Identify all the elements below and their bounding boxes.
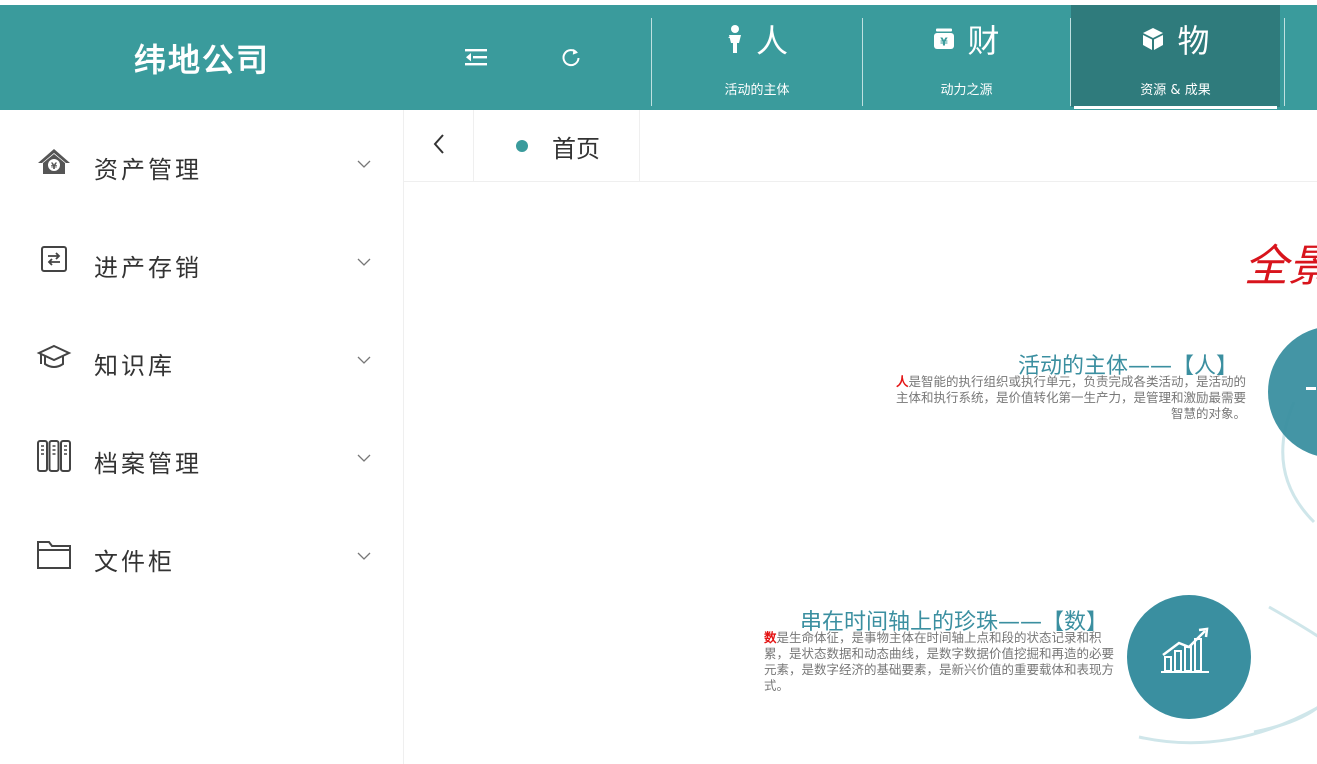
nav-tab-finance[interactable]: ¥ 财 动力之源 xyxy=(863,5,1070,107)
sidebar-item-archive-management[interactable]: 档案管理 xyxy=(0,406,403,504)
person-block-text: 人是智能的执行组织或执行单元，负责完成各类活动，是活动的主体和执行系统，是价值转… xyxy=(884,374,1246,422)
active-tab-indicator xyxy=(1074,106,1277,109)
house-money-icon: ¥ xyxy=(36,146,72,178)
data-block-text: 数是生命体征，是事物主体在时间轴上点和段的状态记录和积累，是状态数据和动态曲线，… xyxy=(764,630,1114,694)
chevron-down-icon xyxy=(356,448,372,462)
calligraphy-title: 全景 xyxy=(1244,241,1317,292)
brand-title: 纬地公司 xyxy=(133,40,270,79)
nav-tab-finance-title: 财 xyxy=(967,22,1000,60)
person-block-description: 是智能的执行组织或执行单元，负责完成各类活动，是活动的主体和执行系统，是价值转化… xyxy=(895,374,1246,421)
chevron-down-icon xyxy=(356,252,372,266)
person-block-highlight: 人 xyxy=(895,374,909,389)
nav-tab-person-subtitle: 活动的主体 xyxy=(724,83,790,98)
header-divider xyxy=(1284,18,1285,106)
person-icon xyxy=(726,24,744,58)
back-button[interactable] xyxy=(404,110,474,182)
binders-icon xyxy=(36,440,72,472)
nav-tab-resource-title: 物 xyxy=(1177,22,1210,60)
tab-home[interactable]: 首页 xyxy=(474,110,640,182)
sidebar-item-label: 档案管理 xyxy=(94,450,202,478)
data-block-highlight: 数 xyxy=(764,630,777,645)
svg-text:¥: ¥ xyxy=(51,162,58,172)
page-tab-bar: 首页 xyxy=(404,110,1317,182)
tab-home-label: 首页 xyxy=(552,134,600,163)
exchange-icon xyxy=(36,244,72,276)
chevron-left-icon xyxy=(432,133,446,159)
sidebar-item-label: 知识库 xyxy=(94,352,175,380)
folder-icon xyxy=(36,538,72,570)
cube-icon xyxy=(1141,27,1165,55)
refresh-icon[interactable] xyxy=(556,42,586,72)
nav-tab-person-title: 人 xyxy=(755,22,788,60)
nav-tab-finance-subtitle: 动力之源 xyxy=(940,83,993,98)
nav-tab-person[interactable]: 人 活动的主体 xyxy=(652,5,862,107)
main-content: 全景 活动的主体——【人】 人是智能的执行组织或执行单元，负责完成各类活动，是活… xyxy=(404,182,1317,764)
person-circle-icon xyxy=(1306,387,1316,390)
sidebar-item-label: 文件柜 xyxy=(94,548,175,576)
top-header: 纬地公司 人 活动的主体 ¥ 财 动力之源 物 资源 & 成果 xyxy=(0,0,1317,110)
chevron-down-icon xyxy=(356,154,372,168)
growth-chart-icon xyxy=(1161,627,1209,673)
sidebar-item-asset-management[interactable]: ¥ 资产管理 xyxy=(0,112,403,210)
nav-tab-resource-subtitle: 资源 & 成果 xyxy=(1140,83,1211,98)
active-dot xyxy=(516,140,528,152)
chevron-down-icon xyxy=(356,350,372,364)
nav-tab-resource[interactable]: 物 资源 & 成果 xyxy=(1071,5,1280,109)
svg-text:¥: ¥ xyxy=(941,36,949,49)
chevron-down-icon xyxy=(356,546,372,560)
sidebar-item-label: 进产存销 xyxy=(94,254,202,282)
data-block-description: 是生命体征，是事物主体在时间轴上点和段的状态记录和积累，是状态数据和动态曲线，是… xyxy=(764,630,1115,693)
sidebar-item-purchase-sales[interactable]: 进产存销 xyxy=(0,210,403,308)
sidebar-item-knowledge-base[interactable]: 知识库 xyxy=(0,308,403,406)
money-bag-icon: ¥ xyxy=(933,28,955,54)
sidebar-item-file-cabinet[interactable]: 文件柜 xyxy=(0,504,403,602)
sidebar-item-label: 资产管理 xyxy=(94,156,202,184)
graduation-cap-icon xyxy=(36,342,72,374)
menu-fold-icon[interactable] xyxy=(461,42,491,72)
sidebar: ¥ 资产管理 进产存销 知识库 档案管理 文件柜 xyxy=(0,110,404,764)
